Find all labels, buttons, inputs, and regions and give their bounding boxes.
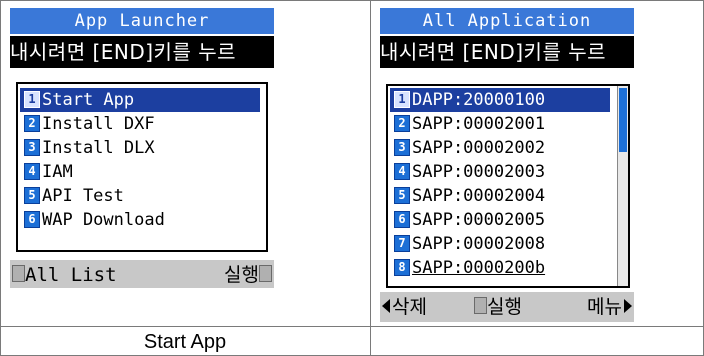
app-item-label: SAPP:00002005 (412, 210, 546, 230)
app-item[interactable]: 2 SAPP:00002001 (390, 112, 545, 136)
soft-key-label: 실행 (487, 296, 522, 318)
table-column-divider (370, 0, 371, 356)
soft-key-label: 메뉴 (587, 296, 622, 318)
number-2-icon: 2 (24, 114, 40, 132)
app-item[interactable]: 6 SAPP:00002005 (390, 208, 545, 232)
menu-item-api-test[interactable]: 5 API Test (20, 184, 124, 208)
soft-key-bar: 삭제 실행 메뉴 (380, 290, 634, 322)
marquee-banner: 내시려면 [END]키를 누르 (380, 36, 634, 68)
number-1-icon: 1 (24, 90, 40, 108)
app-item-label: SAPP:00002003 (412, 162, 546, 182)
app-item[interactable]: 8 SAPP:0000200b (390, 256, 545, 280)
number-6-icon: 6 (24, 210, 40, 228)
app-item-label: DAPP:20000100 (412, 90, 546, 110)
screen-title: App Launcher (10, 8, 274, 34)
scrollbar-thumb[interactable] (619, 88, 627, 152)
number-6-icon: 6 (394, 210, 410, 228)
all-application-screen: All Application 내시려면 [END]키를 누르 1 DAPP:20… (380, 8, 634, 322)
number-5-icon: 5 (394, 186, 410, 204)
ok-key-icon (474, 297, 487, 314)
soft-key-label: 실행 (224, 264, 259, 286)
soft-key-all-list[interactable]: All List (12, 260, 117, 288)
application-list: 1 DAPP:20000100 2 SAPP:00002001 3 SAPP:0000… (386, 84, 630, 288)
number-4-icon: 4 (394, 162, 410, 180)
soft-key-bar: All List 실행 (10, 258, 274, 288)
number-3-icon: 3 (394, 138, 410, 156)
number-4-icon: 4 (24, 162, 40, 180)
app-item[interactable]: 3 SAPP:00002002 (390, 136, 545, 160)
table-border-top (0, 0, 704, 1)
menu-item-label: IAM (42, 162, 73, 182)
menu-item-label: API Test (42, 186, 124, 206)
app-item[interactable]: 1 DAPP:20000100 (390, 88, 610, 112)
soft-key-run[interactable]: 실행 (474, 292, 522, 322)
right-arrow-icon (624, 298, 632, 313)
menu-item-start-app[interactable]: 1 Start App (20, 88, 260, 112)
number-5-icon: 5 (24, 186, 40, 204)
left-soft-key-icon (12, 265, 25, 282)
menu-item-iam[interactable]: 4 IAM (20, 160, 73, 184)
app-item-label: SAPP:00002002 (412, 138, 546, 158)
soft-key-delete[interactable]: 삭제 (382, 292, 427, 322)
menu-item-install-dxf[interactable]: 2 Install DXF (20, 112, 155, 136)
menu-item-label: WAP Download (42, 210, 165, 230)
menu-item-install-dlx[interactable]: 3 Install DLX (20, 136, 155, 160)
app-item-label: SAPP:00002001 (412, 114, 546, 134)
caption-left: Start App (143, 331, 227, 353)
app-menu-list: 1 Start App 2 Install DXF 3 Install DLX 4 IA… (16, 82, 268, 252)
table-row-divider (0, 326, 704, 327)
right-soft-key-icon (259, 265, 272, 282)
app-item[interactable]: 7 SAPP:00002008 (390, 232, 545, 256)
number-7-icon: 7 (394, 234, 410, 252)
menu-item-label: Install DXF (42, 114, 155, 134)
app-item[interactable]: 4 SAPP:00002003 (390, 160, 545, 184)
menu-item-label: Install DLX (42, 138, 155, 158)
list-scrollbar[interactable] (617, 86, 628, 286)
number-8-icon: 8 (394, 258, 410, 276)
table-border-left (0, 0, 1, 356)
screen-title: All Application (380, 8, 634, 34)
soft-key-run[interactable]: 실행 (224, 260, 272, 288)
left-arrow-icon (382, 298, 390, 313)
menu-item-label: Start App (42, 90, 135, 110)
soft-key-label: 삭제 (392, 296, 427, 318)
soft-key-label: All List (25, 264, 117, 286)
menu-item-wap-download[interactable]: 6 WAP Download (20, 208, 165, 232)
soft-key-menu[interactable]: 메뉴 (587, 292, 632, 322)
number-1-icon: 1 (394, 90, 410, 108)
app-item-label: SAPP:0000200b (412, 258, 546, 278)
number-2-icon: 2 (394, 114, 410, 132)
marquee-banner: 내시려면 [END]키를 누르 (10, 36, 274, 68)
app-item-label: SAPP:00002008 (412, 234, 546, 254)
app-launcher-screen: App Launcher 내시려면 [END]키를 누르 1 Start App … (10, 8, 274, 288)
app-item-label: SAPP:00002004 (412, 186, 546, 206)
number-3-icon: 3 (24, 138, 40, 156)
app-item[interactable]: 5 SAPP:00002004 (390, 184, 545, 208)
